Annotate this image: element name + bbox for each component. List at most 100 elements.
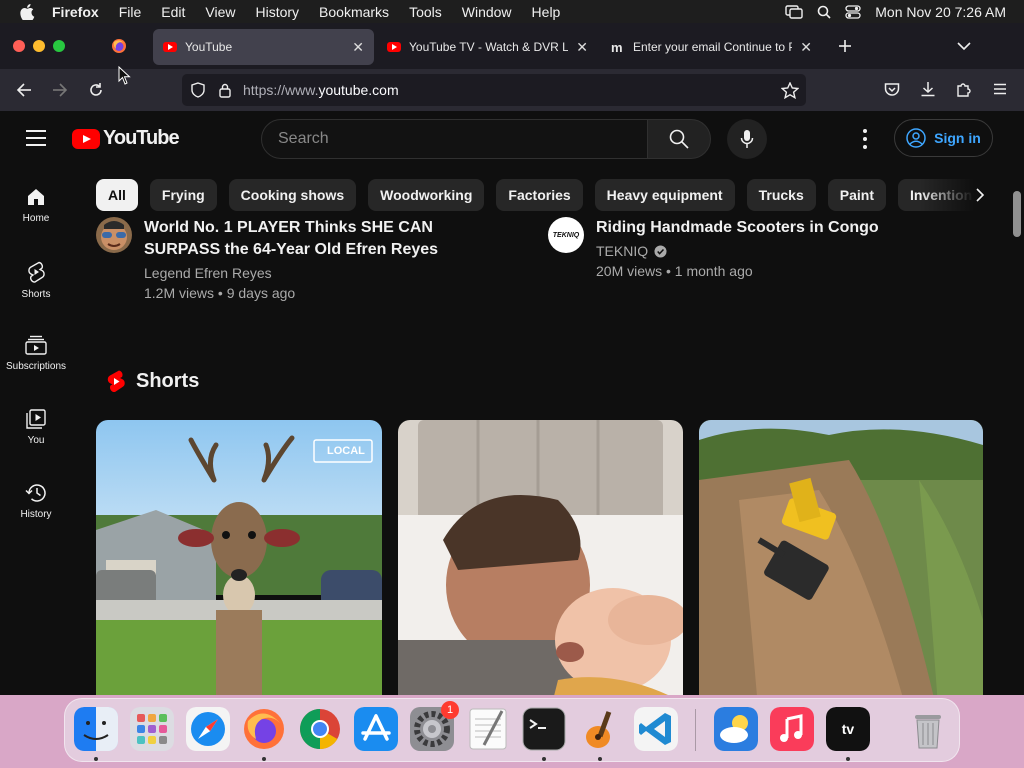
close-window-button[interactable] [13, 40, 25, 52]
menu-view[interactable]: View [205, 4, 235, 20]
chip-frying[interactable]: Frying [149, 179, 217, 211]
sidebar-item-you[interactable]: You [0, 409, 72, 446]
menu-help[interactable]: Help [532, 4, 561, 20]
channel-name[interactable]: Legend Efren Reyes [144, 265, 504, 281]
settings-kebab-icon[interactable] [863, 129, 869, 153]
running-indicator [846, 757, 850, 761]
apple-menu-icon[interactable] [18, 3, 36, 20]
chrome-icon[interactable] [298, 707, 342, 751]
running-indicator [598, 757, 602, 761]
back-arrow-icon [16, 83, 31, 97]
garageband-icon[interactable] [578, 707, 622, 751]
apple-tv-icon[interactable]: tv [826, 707, 870, 751]
control-center-icon[interactable] [845, 4, 861, 19]
youtube-logo[interactable]: YouTube [72, 127, 180, 150]
tab-youtube[interactable]: YouTube ✕ [153, 29, 374, 65]
sidebar-item-history[interactable]: History [0, 483, 72, 520]
chip-cooking-shows[interactable]: Cooking shows [228, 179, 357, 211]
sidebar-item-shorts[interactable]: Shorts [0, 261, 72, 300]
menu-window[interactable]: Window [462, 4, 512, 20]
tab-title: YouTube TV - Watch & DVR Live [409, 40, 569, 54]
system-settings-app[interactable]: 1 [410, 701, 459, 751]
textedit-icon[interactable] [466, 707, 510, 751]
channel-name[interactable]: TEKNIQ [596, 243, 956, 259]
short-thumbnail-father-baby[interactable] [398, 420, 683, 695]
chip-woodworking[interactable]: Woodworking [368, 179, 485, 211]
sign-in-button[interactable]: Sign in [894, 119, 993, 157]
spotlight-search-icon[interactable] [817, 5, 831, 19]
back-button[interactable] [13, 79, 35, 101]
search-icon [669, 129, 689, 149]
trash-icon[interactable] [906, 707, 950, 751]
downloads-icon[interactable] [920, 81, 936, 97]
channel-avatar[interactable]: TEKNIQ [548, 217, 584, 253]
url-text: https://www.youtube.com [243, 82, 399, 98]
safari-icon[interactable] [186, 707, 230, 751]
minimize-window-button[interactable] [33, 40, 45, 52]
weather-icon[interactable] [714, 707, 758, 751]
short-thumbnail-deer[interactable]: LOCAL [96, 420, 382, 695]
search-input[interactable]: Search [261, 119, 648, 159]
close-tab-icon[interactable]: ✕ [576, 39, 588, 56]
chips-fade-overlay [920, 177, 1010, 213]
tab-youtube-tv[interactable]: YouTube TV - Watch & DVR Live ✕ [377, 29, 598, 65]
screen-mirroring-icon[interactable] [785, 4, 803, 19]
guide-menu-icon[interactable] [26, 130, 46, 151]
vscode-icon[interactable] [634, 707, 678, 751]
chip-all[interactable]: All [96, 179, 138, 211]
list-all-tabs-icon[interactable] [957, 41, 971, 51]
close-tab-icon[interactable]: ✕ [800, 39, 812, 56]
tracking-protection-shield-icon[interactable] [191, 82, 205, 98]
terminal-icon[interactable] [522, 707, 566, 751]
menu-file[interactable]: File [119, 4, 142, 20]
reload-button[interactable] [85, 79, 107, 101]
channel-name-text: TEKNIQ [596, 243, 649, 259]
short-thumbnail-excavator[interactable] [699, 420, 983, 695]
launchpad-icon[interactable] [130, 707, 174, 751]
app-menu-icon[interactable] [993, 83, 1007, 95]
music-icon[interactable] [770, 707, 814, 751]
zoom-window-button[interactable] [53, 40, 65, 52]
tab-title: YouTube [185, 40, 233, 54]
page-scrollbar-thumb[interactable] [1013, 191, 1021, 237]
menubar-clock[interactable]: Mon Nov 20 7:26 AM [875, 4, 1006, 20]
menu-firefox[interactable]: Firefox [52, 4, 99, 20]
finder-icon[interactable] [74, 707, 118, 751]
url-host: youtube.com [318, 82, 399, 98]
firefox-view-icon[interactable] [111, 38, 127, 54]
menu-bookmarks[interactable]: Bookmarks [319, 4, 389, 20]
chip-trucks[interactable]: Trucks [746, 179, 816, 211]
chip-factories[interactable]: Factories [496, 179, 583, 211]
youtube-play-icon [72, 128, 100, 149]
sidebar-item-home[interactable]: Home [0, 187, 72, 224]
you-icon [26, 409, 46, 429]
menu-edit[interactable]: Edit [161, 4, 185, 20]
sidebar-item-subscriptions[interactable]: Subscriptions [0, 335, 72, 372]
chip-paint[interactable]: Paint [827, 179, 886, 211]
sidebar-label: Home [22, 213, 50, 224]
extensions-icon[interactable] [956, 81, 972, 97]
video-title[interactable]: Riding Handmade Scooters in Congo [596, 217, 956, 239]
channel-avatar[interactable] [96, 217, 132, 253]
navigation-toolbar: https://www.youtube.com [0, 69, 1024, 111]
chips-next-button[interactable] [966, 181, 994, 209]
app-store-icon[interactable] [354, 707, 398, 751]
close-tab-icon[interactable]: ✕ [352, 39, 364, 56]
url-bar[interactable]: https://www.youtube.com [182, 74, 806, 106]
pocket-icon[interactable] [884, 82, 900, 97]
video-title[interactable]: World No. 1 PLAYER Thinks SHE CAN SURPAS… [144, 217, 504, 261]
tab-medium[interactable]: m Enter your email Continue to Po ✕ [601, 29, 822, 65]
father-baby-thumbnail-image [398, 420, 683, 695]
search-button[interactable] [647, 119, 711, 159]
firefox-icon[interactable] [242, 707, 286, 751]
youtube-icon [387, 42, 401, 52]
lock-icon[interactable] [219, 83, 231, 98]
chip-heavy-equipment[interactable]: Heavy equipment [594, 179, 735, 211]
bookmark-star-icon[interactable] [781, 81, 799, 99]
new-tab-icon[interactable] [838, 39, 852, 53]
menu-tools[interactable]: Tools [409, 4, 442, 20]
forward-button[interactable] [49, 79, 71, 101]
macos-dock: 1 tv [64, 698, 960, 762]
voice-search-button[interactable] [727, 119, 767, 159]
menu-history[interactable]: History [255, 4, 299, 20]
